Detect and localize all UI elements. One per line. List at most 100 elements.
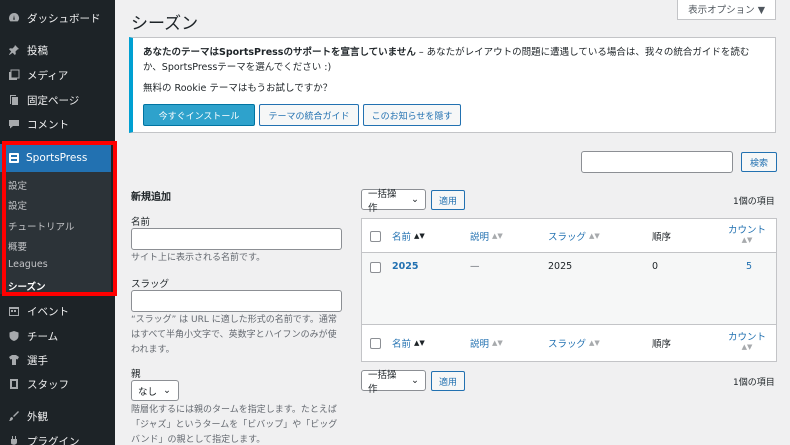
select-all-checkbox-footer[interactable] (370, 338, 381, 349)
notice-bold: あなたのテーマはSportsPressのサポートを宣言していません (143, 47, 416, 58)
bulk-action-label: 一括操作 (368, 369, 397, 395)
comment-icon (8, 118, 20, 130)
menu-posts[interactable]: 投稿 (0, 39, 115, 61)
parent-value: なし (138, 386, 158, 398)
parent-select[interactable]: なし ⌄ (131, 380, 179, 401)
pin-icon (8, 44, 20, 56)
term-slug: 2025 (548, 261, 573, 272)
submenu-tutorials[interactable]: チュートリアル (8, 219, 74, 233)
column-name-label: 名前 (392, 339, 412, 350)
sort-icon: ▲▼ (741, 236, 753, 244)
sort-icon: ▲▼ (492, 339, 503, 347)
notice-text: あなたのテーマはSportsPressのサポートを宣言していません – あなたが… (143, 45, 768, 75)
page-title: シーズン (131, 14, 199, 34)
column-description-label: 説明 (470, 232, 490, 243)
page-icon (8, 94, 20, 106)
menu-staff[interactable]: スタッフ (0, 373, 115, 395)
slug-label: スラッグ (131, 279, 170, 290)
menu-media[interactable]: メディア (0, 64, 115, 86)
add-new-heading: 新規追加 (131, 192, 171, 203)
menu-plugins[interactable]: プラグイン (0, 430, 115, 445)
slug-input[interactable] (131, 290, 342, 312)
menu-label: 選手 (27, 354, 48, 367)
menu-comments[interactable]: コメント (0, 113, 115, 135)
menu-label: ダッシュボード (27, 12, 101, 25)
term-order: 0 (652, 261, 659, 272)
term-count-link[interactable]: 5 (746, 261, 752, 272)
column-count-label: カウント (728, 332, 767, 343)
column-description[interactable]: 説明 ▲▼ (470, 229, 503, 243)
column-slug-label: スラッグ (548, 232, 587, 243)
row-checkbox[interactable] (370, 262, 381, 273)
column-description-label: 説明 (470, 339, 490, 350)
column-order-footer: 順序 (652, 339, 672, 350)
notice-question: 無料の Rookie テーマはもうお試しですか？ (143, 83, 333, 94)
submenu-leagues[interactable]: Leagues (8, 259, 48, 270)
table-header-row: 名前 ▲▼ 説明 ▲▼ スラッグ ▲▼ 順序 カウント ▲▼ (362, 219, 776, 253)
menu-events[interactable]: イベント (0, 300, 115, 322)
menu-label: 外観 (27, 410, 48, 423)
menu-label: SportsPress (26, 152, 88, 164)
dismiss-notice-button[interactable]: このお知らせを隠す (363, 104, 461, 126)
submenu-settings-2[interactable]: 設定 (8, 198, 27, 212)
items-count-top: 1個の項目 (733, 197, 775, 207)
column-name[interactable]: 名前 ▲▼ (392, 229, 425, 243)
plugin-icon (8, 435, 20, 445)
items-count-bottom: 1個の項目 (733, 378, 775, 388)
column-slug[interactable]: スラッグ ▲▼ (548, 229, 600, 243)
theme-notice: あなたのテーマはSportsPressのサポートを宣言していません – あなたが… (129, 37, 776, 133)
dashboard-icon (8, 12, 20, 24)
sportspress-icon (8, 152, 20, 164)
menu-label: 固定ページ (27, 94, 80, 107)
sportspress-submenu: SportsPress 設定 設定 チュートリアル 概要 Leagues シーズ… (0, 144, 111, 294)
parent-label: 親 (131, 369, 141, 380)
screen-options-button[interactable]: 表示オプション ▼ (677, 0, 776, 20)
search-button[interactable]: 検索 (741, 152, 777, 172)
name-input[interactable] (131, 228, 342, 250)
terms-table: 名前 ▲▼ 説明 ▲▼ スラッグ ▲▼ 順序 カウント ▲▼ 2025 — 2025 0… (361, 218, 777, 362)
integration-guide-button[interactable]: テーマの統合ガイド (259, 104, 359, 126)
term-description: — (470, 261, 480, 272)
column-slug-label: スラッグ (548, 339, 587, 350)
column-count-label: カウント (728, 225, 767, 236)
column-count[interactable]: カウント ▲▼ (728, 222, 766, 244)
column-count-footer[interactable]: カウント ▲▼ (728, 329, 766, 351)
slug-description: “スラッグ” は URL に適した形式の名前です。通常はすべて半角小文字で、英数… (131, 315, 337, 355)
menu-label: 投稿 (27, 44, 48, 57)
chevron-down-icon: ⌄ (163, 385, 171, 396)
bulk-action-select-top[interactable]: 一括操作 ⌄ (361, 189, 426, 214)
apply-button-bottom[interactable]: 適用 (431, 371, 465, 391)
menu-label: メディア (27, 69, 69, 82)
select-all-checkbox[interactable] (370, 231, 381, 242)
menu-pages[interactable]: 固定ページ (0, 89, 115, 111)
sort-icon: ▲▼ (414, 339, 425, 347)
menu-sportspress[interactable]: SportsPress (0, 144, 111, 172)
column-description-footer[interactable]: 説明 ▲▼ (470, 336, 503, 350)
shirt-icon (8, 354, 20, 366)
menu-label: コメント (27, 118, 69, 131)
submenu-overview[interactable]: 概要 (8, 239, 27, 253)
name-label: 名前 (131, 217, 151, 228)
term-name-link[interactable]: 2025 (392, 261, 418, 272)
submenu-seasons[interactable]: シーズン (8, 279, 46, 293)
menu-dashboard[interactable]: ダッシュボード (0, 7, 115, 29)
admin-sidebar: ダッシュボード 投稿 メディア 固定ページ コメント SportsPress 設… (0, 0, 115, 445)
table-row: 2025 — 2025 0 5 (362, 253, 776, 325)
main-content: シーズン 表示オプション ▼ あなたのテーマはSportsPressのサポートを… (115, 0, 790, 445)
media-icon (8, 69, 20, 81)
install-now-button[interactable]: 今すぐインストール (143, 104, 255, 126)
bulk-action-select-bottom[interactable]: 一括操作 ⌄ (361, 370, 426, 395)
menu-appearance[interactable]: 外観 (0, 405, 115, 427)
column-name-footer[interactable]: 名前 ▲▼ (392, 336, 425, 350)
menu-label: チーム (27, 330, 59, 343)
menu-teams[interactable]: チーム (0, 325, 115, 347)
column-slug-footer[interactable]: スラッグ ▲▼ (548, 336, 600, 350)
sort-icon: ▲▼ (589, 339, 600, 347)
apply-button-top[interactable]: 適用 (431, 190, 465, 210)
chevron-down-icon: ⌄ (411, 194, 419, 205)
submenu-settings[interactable]: 設定 (8, 178, 27, 192)
sort-icon: ▲▼ (414, 232, 425, 240)
menu-players[interactable]: 選手 (0, 349, 115, 371)
column-order: 順序 (652, 232, 672, 243)
search-input[interactable] (581, 151, 733, 173)
